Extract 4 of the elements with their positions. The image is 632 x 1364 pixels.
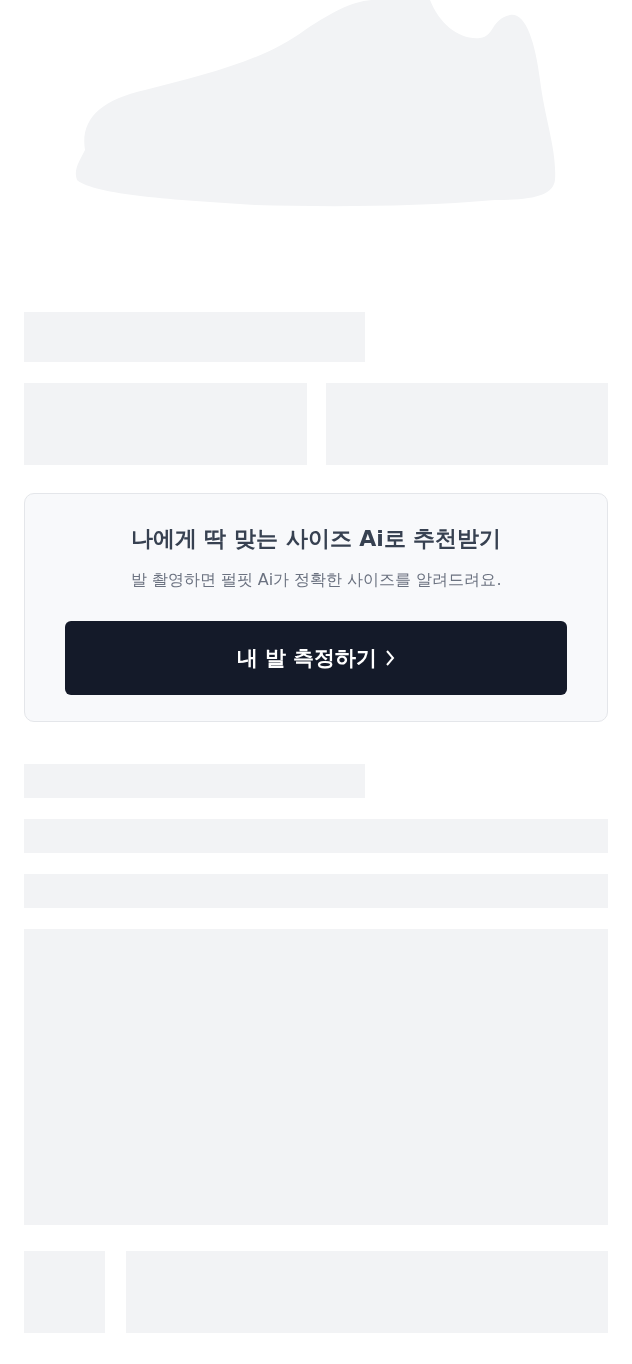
card-title: 나에게 딱 맞는 사이즈 Ai로 추천받기 — [130, 525, 502, 553]
measure-button[interactable]: 내 발 측정하기 — [65, 621, 567, 695]
chevron-right-icon — [385, 649, 396, 667]
card-subtitle: 발 촬영하면 펄핏 Ai가 정확한 사이즈를 알려드려요. — [130, 570, 502, 591]
